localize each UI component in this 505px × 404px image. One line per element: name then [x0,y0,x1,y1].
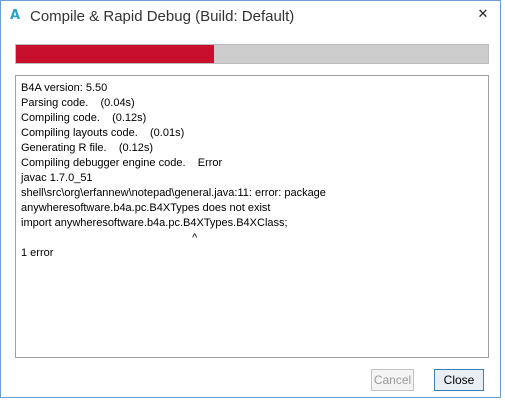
log-line: anywheresoftware.b4a.pc.B4XTypes does no… [21,202,271,214]
log-line: Generating R file. (0.12s) [21,142,154,154]
close-icon[interactable]: ✕ [475,7,491,23]
log-line: B4A version: 5.50 [21,82,108,94]
log-line: ^ [21,232,198,244]
cancel-button[interactable]: Cancel [371,369,414,391]
window-title: Compile & Rapid Debug (Build: Default) [30,8,295,25]
progress-bar [15,44,489,64]
b4a-app-icon: A [10,8,21,23]
log-line: shell\src\org\erfannew\notepad\general.j… [21,187,326,199]
log-line: Compiling layouts code. (0.01s) [21,127,185,139]
log-line: Parsing code. (0.04s) [21,97,135,109]
title-bar[interactable]: A Compile & Rapid Debug (Build: Default)… [1,1,500,33]
log-line: 1 error [21,247,54,259]
compile-log[interactable]: B4A version: 5.50 Parsing code. (0.04s) … [15,75,489,358]
log-line: javac 1.7.0_51 [21,172,93,184]
compile-dialog: A Compile & Rapid Debug (Build: Default)… [0,0,501,398]
log-line: import anywheresoftware.b4a.pc.B4XTypes.… [21,217,288,229]
progress-fill [16,45,215,63]
log-line: Compiling code. (0.12s) [21,112,147,124]
close-button[interactable]: Close [434,369,484,391]
log-line: Compiling debugger engine code. Error [21,157,223,169]
